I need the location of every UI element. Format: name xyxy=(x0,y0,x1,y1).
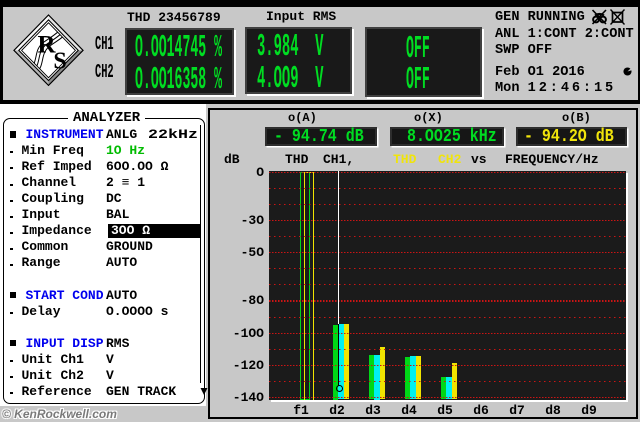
svg-text:S: S xyxy=(53,49,66,75)
